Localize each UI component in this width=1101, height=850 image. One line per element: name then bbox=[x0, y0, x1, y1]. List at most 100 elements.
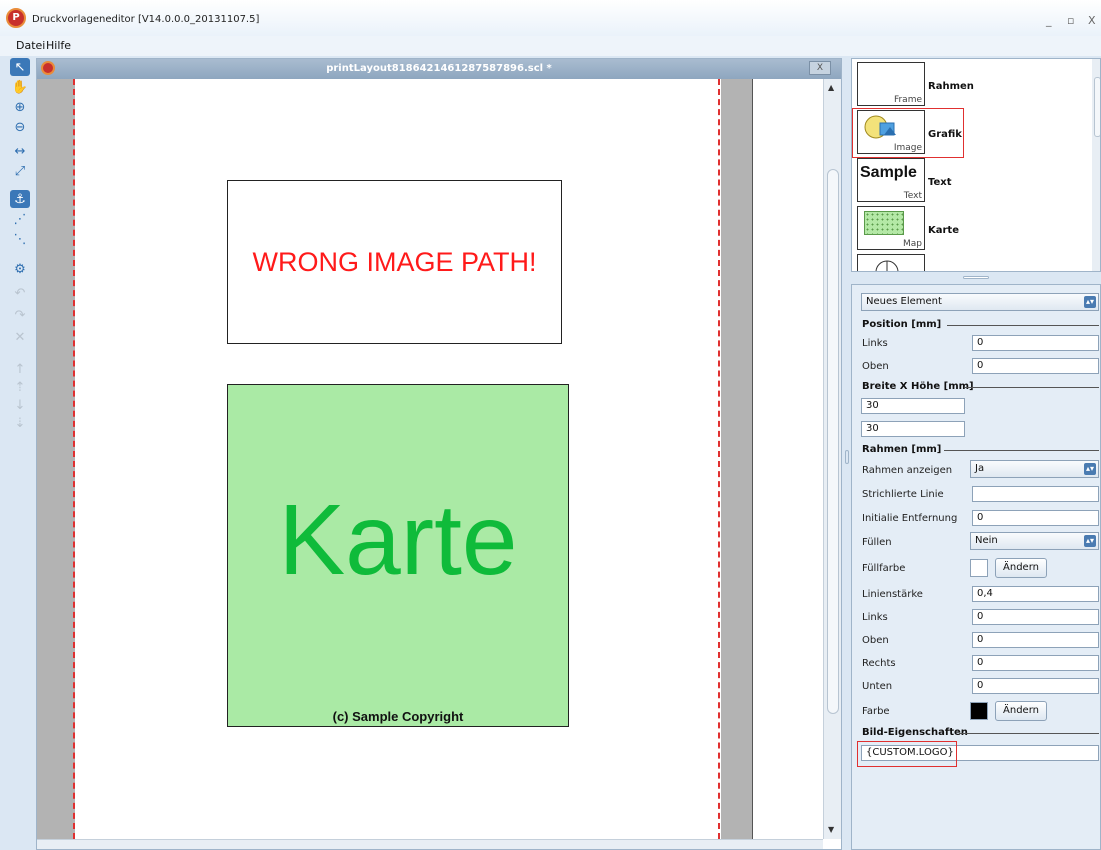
scroll-up-icon[interactable]: ▲ bbox=[828, 83, 834, 92]
layout-canvas[interactable]: WRONG IMAGE PATH! Karte (c) Sample Copyr… bbox=[37, 79, 823, 839]
close-window-button[interactable]: X bbox=[1088, 14, 1096, 27]
chevron-down-icon: ▴▾ bbox=[1084, 296, 1096, 308]
zoom-out-icon[interactable]: ⊖ bbox=[10, 118, 30, 136]
canvas-gutter-right bbox=[721, 79, 753, 839]
page-margin-right bbox=[718, 79, 720, 839]
scroll-down-icon[interactable]: ▼ bbox=[828, 825, 834, 834]
document-close-button[interactable]: X bbox=[809, 61, 831, 75]
fill-color-swatch[interactable] bbox=[970, 559, 988, 577]
line-width-input[interactable]: 0,4 bbox=[972, 586, 1099, 602]
panel-resize-handle[interactable] bbox=[845, 450, 849, 464]
width-input[interactable]: 30 bbox=[861, 398, 965, 414]
initial-distance-label: Initialie Entfernung bbox=[862, 513, 958, 524]
frame-rechts-input[interactable]: 0 bbox=[972, 655, 1099, 671]
color-swatch[interactable] bbox=[970, 702, 988, 720]
element-select-value: Neues Element bbox=[866, 296, 942, 307]
map-thumbnail-icon bbox=[864, 211, 904, 235]
palette-text-preview: Sample bbox=[860, 164, 917, 181]
snap-grid-icon[interactable]: ⋰ bbox=[10, 210, 30, 228]
redo-icon[interactable]: ↷ bbox=[10, 306, 30, 324]
compass-icon bbox=[875, 260, 899, 271]
menu-help[interactable]: Hilfe bbox=[46, 39, 71, 52]
show-frame-label: Rahmen anzeigen bbox=[862, 465, 953, 476]
height-input[interactable]: 30 bbox=[861, 421, 965, 437]
frame-oben-input[interactable]: 0 bbox=[972, 632, 1099, 648]
palette-map-label[interactable]: Karte bbox=[928, 225, 959, 236]
image-element[interactable]: WRONG IMAGE PATH! bbox=[227, 180, 562, 344]
palette-text-caption: Text bbox=[903, 191, 922, 201]
palette-text[interactable]: Sample Text bbox=[857, 158, 925, 202]
move-up-icon[interactable]: ↑ bbox=[10, 360, 30, 378]
panel-splitter[interactable] bbox=[851, 274, 1101, 282]
pan-hand-icon[interactable]: ✋ bbox=[10, 78, 30, 96]
divider bbox=[944, 450, 1099, 451]
restore-button[interactable]: ▫ bbox=[1067, 14, 1074, 27]
fill-label: Füllen bbox=[862, 537, 892, 548]
app-logo: P bbox=[6, 8, 26, 28]
palette-scroll-thumb[interactable] bbox=[1094, 77, 1100, 137]
change-fill-color-button[interactable]: Ändern bbox=[995, 558, 1047, 578]
palette-frame-caption: Frame bbox=[893, 95, 922, 105]
document-title: printLayout8186421461287587896.scl * bbox=[326, 63, 552, 74]
title-bar: P Druckvorlageneditor [V14.0.0.0_2013110… bbox=[0, 0, 1101, 36]
document-horizontal-scrollbar[interactable] bbox=[37, 839, 823, 849]
document-vertical-scrollbar[interactable]: ▲ ▼ bbox=[823, 79, 841, 839]
document-window: printLayout8186421461287587896.scl * X W… bbox=[36, 58, 842, 850]
chevron-down-icon: ▴▾ bbox=[1084, 535, 1096, 547]
show-frame-select[interactable]: Ja ▴▾ bbox=[970, 460, 1099, 478]
delete-icon[interactable]: ✕ bbox=[10, 328, 30, 346]
fit-width-icon[interactable]: ↔ bbox=[10, 142, 30, 160]
left-toolbar: ↖ ✋ ⊕ ⊖ ↔ ⤢ ⚓ ⋰ ⋱ ⚙ ↶ ↷ ✕ ↑ ⇡ ↓ ⇣ bbox=[8, 56, 34, 850]
fill-color-label: Füllfarbe bbox=[862, 563, 906, 574]
anchor-icon[interactable]: ⚓ bbox=[10, 190, 30, 208]
frame-unten-label: Unten bbox=[862, 681, 893, 692]
properties-gear-icon[interactable]: ⚙ bbox=[10, 260, 30, 278]
frame-oben-label: Oben bbox=[862, 635, 889, 646]
size-header: Breite X Höhe [mm] bbox=[862, 381, 974, 392]
auto-snap-icon[interactable]: ⋱ bbox=[10, 230, 30, 248]
change-color-button[interactable]: Ändern bbox=[995, 701, 1047, 721]
oben-input[interactable]: 0 bbox=[972, 358, 1099, 374]
select-tool-icon[interactable]: ↖ bbox=[10, 58, 30, 76]
fill-select[interactable]: Nein ▴▾ bbox=[970, 532, 1099, 550]
oben-label: Oben bbox=[862, 361, 889, 372]
frame-unten-input[interactable]: 0 bbox=[972, 678, 1099, 694]
splitter-grip[interactable] bbox=[963, 276, 989, 279]
map-element[interactable]: Karte (c) Sample Copyright bbox=[227, 384, 569, 727]
page-margin-left bbox=[73, 79, 75, 839]
move-top-icon[interactable]: ⇡ bbox=[10, 378, 30, 396]
fit-page-icon[interactable]: ⤢ bbox=[10, 162, 30, 180]
canvas-gutter-left bbox=[37, 79, 75, 839]
divider bbox=[965, 387, 1099, 388]
palette-compass[interactable] bbox=[857, 254, 925, 271]
frame-links-input[interactable]: 0 bbox=[972, 609, 1099, 625]
element-palette: Frame Rahmen Image Grafik Sample Text Te… bbox=[851, 58, 1101, 272]
image-path-highlight bbox=[857, 741, 957, 767]
frame-header: Rahmen [mm] bbox=[862, 444, 942, 455]
palette-scrollbar[interactable] bbox=[1092, 59, 1100, 271]
undo-icon[interactable]: ↶ bbox=[10, 284, 30, 302]
element-select[interactable]: Neues Element ▴▾ bbox=[861, 293, 1099, 311]
palette-map[interactable]: Map bbox=[857, 206, 925, 250]
palette-frame[interactable]: Frame bbox=[857, 62, 925, 106]
palette-map-caption: Map bbox=[903, 239, 922, 249]
fill-value: Nein bbox=[975, 535, 998, 546]
links-input[interactable]: 0 bbox=[972, 335, 1099, 351]
minimize-button[interactable]: _ bbox=[1046, 14, 1052, 27]
move-bottom-icon[interactable]: ⇣ bbox=[10, 414, 30, 432]
show-frame-value: Ja bbox=[975, 463, 985, 474]
map-copyright: (c) Sample Copyright bbox=[332, 709, 464, 724]
window-title: Druckvorlageneditor [V14.0.0.0_20131107.… bbox=[32, 14, 260, 25]
initial-distance-input[interactable]: 0 bbox=[972, 510, 1099, 526]
move-down-icon[interactable]: ↓ bbox=[10, 396, 30, 414]
dashed-line-input[interactable] bbox=[972, 486, 1099, 502]
palette-text-label[interactable]: Text bbox=[928, 177, 952, 188]
document-title-bar: printLayout8186421461287587896.scl * X bbox=[37, 59, 841, 79]
palette-frame-label[interactable]: Rahmen bbox=[928, 81, 974, 92]
vertical-scroll-thumb[interactable] bbox=[827, 169, 839, 714]
image-properties-header: Bild-Eigenschaften bbox=[862, 727, 968, 738]
zoom-in-icon[interactable]: ⊕ bbox=[10, 98, 30, 116]
menu-file[interactable]: Datei bbox=[16, 39, 45, 52]
dashed-line-label: Strichlierte Linie bbox=[862, 489, 944, 500]
frame-links-label: Links bbox=[862, 612, 888, 623]
